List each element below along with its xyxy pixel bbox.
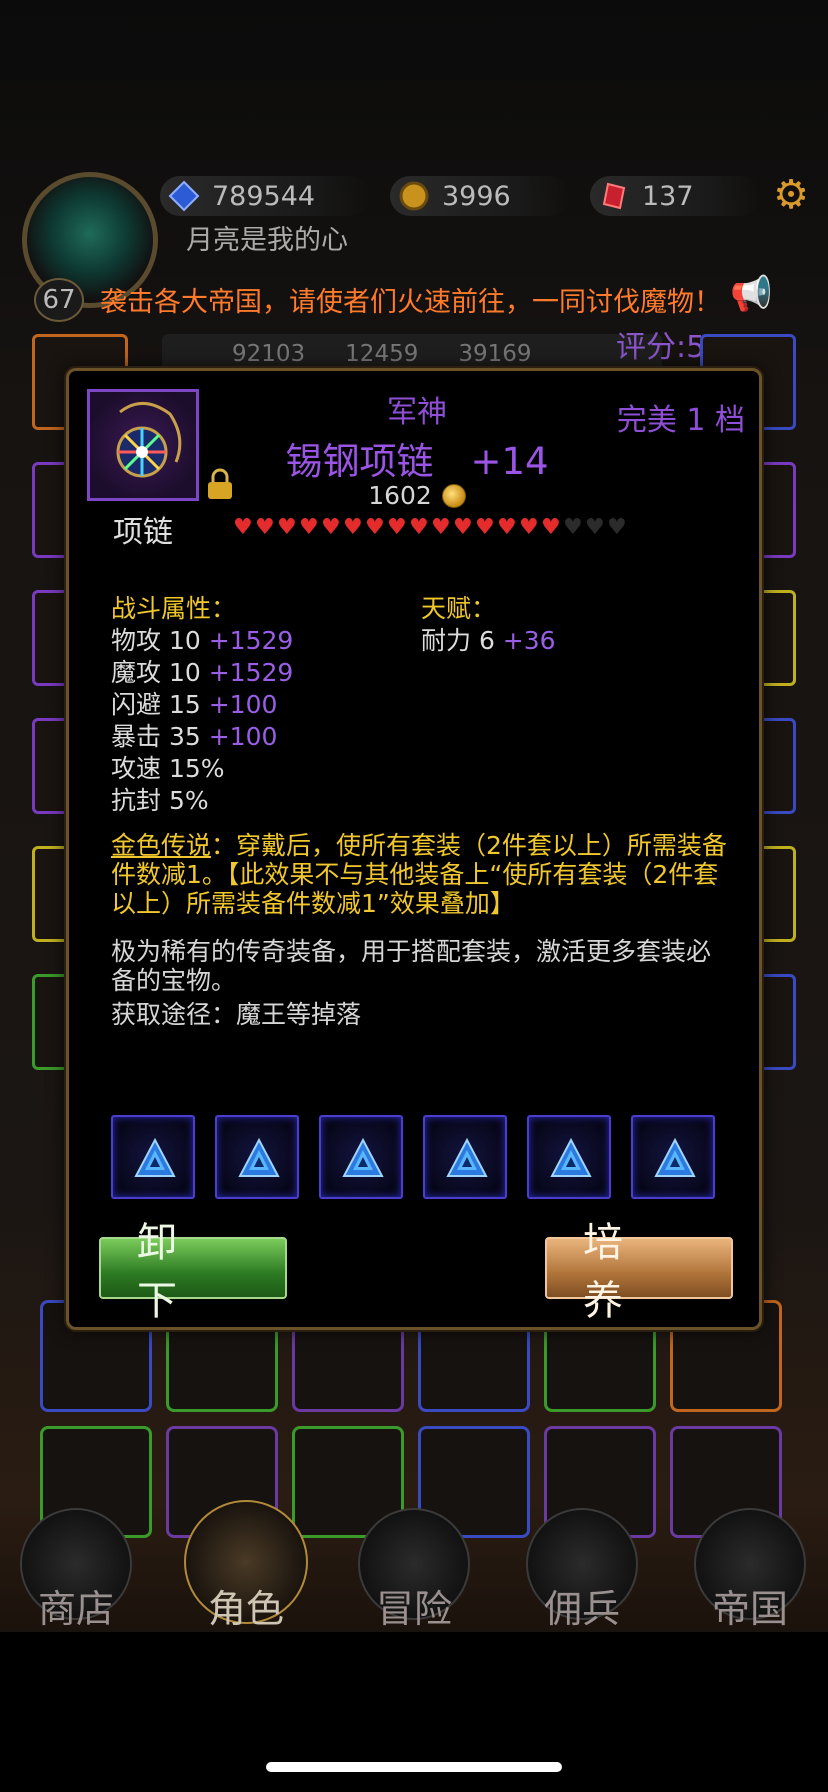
combat-stats-title: 战斗属性： (111, 594, 237, 623)
gem-slot[interactable] (423, 1115, 507, 1199)
heart-filled-icon: ♥ (475, 515, 495, 540)
talent-title: 天赋： (421, 594, 497, 623)
item-source: 获取途径：魔王等掉落 (111, 1000, 362, 1029)
talent-stat: 耐力 6 +36 (421, 621, 556, 657)
nav-mercenary-label: 佣兵 (543, 1587, 620, 1631)
heart-filled-icon: ♥ (409, 515, 429, 540)
nav-character-label: 角色 (207, 1587, 284, 1631)
stat-bonus: +1529 (200, 658, 294, 687)
blue-gem-icon (550, 1137, 592, 1177)
stat-bonus: +36 (494, 626, 556, 655)
stat-label: 魔攻 10 (111, 658, 201, 687)
gem-slot[interactable] (319, 1115, 403, 1199)
resource-gold: 3996 (390, 176, 570, 216)
gems-value: 789544 (212, 180, 316, 212)
heart-filled-icon: ♥ (431, 515, 451, 540)
blue-gem-icon (168, 180, 200, 212)
heart-empty-icon: ♥ (585, 515, 605, 540)
stat-bonus: +1529 (200, 626, 294, 655)
combat-stat: 抗封 5% (111, 781, 209, 817)
heart-filled-icon: ♥ (277, 515, 297, 540)
stat-value: 92103 (232, 341, 306, 367)
heart-empty-icon: ♥ (563, 515, 583, 540)
legendary-effect: 金色传说：穿戴后，使所有套装（2件套以上）所需装备件数减1。【此效果不与其他装备… (111, 831, 731, 918)
resource-gems: 789544 (160, 176, 370, 216)
nav-adventure-label: 冒险 (375, 1587, 452, 1631)
heart-filled-icon: ♥ (519, 515, 539, 540)
heart-empty-icon: ♥ (607, 515, 627, 540)
stat-value: 39169 (458, 341, 532, 367)
blue-gem-icon (238, 1137, 280, 1177)
gem-slot[interactable] (111, 1115, 195, 1199)
heart-filled-icon: ♥ (541, 515, 561, 540)
gold-coin-icon (399, 181, 429, 211)
combat-stat: 魔攻 10 +1529 (111, 653, 293, 689)
combat-stat: 物攻 10 +1529 (111, 621, 293, 657)
heart-filled-icon: ♥ (343, 515, 363, 540)
item-type: 项链 (113, 515, 173, 550)
legendary-name[interactable]: 金色传说 (111, 831, 211, 860)
heart-filled-icon: ♥ (321, 515, 341, 540)
blue-gem-icon (446, 1137, 488, 1177)
red-crystal-icon (602, 182, 626, 210)
gold-coin-icon (441, 484, 466, 508)
heart-filled-icon: ♥ (497, 515, 517, 540)
item-price: 1602 (69, 481, 765, 510)
heart-filled-icon: ♥ (453, 515, 473, 540)
item-detail-dialog: 项链 军神 完美 1 档 锡钢项链 +14 1602 ♥ ♥ ♥ ♥ ♥ ♥ ♥ ♥ ♥ ♥ ♥ ♥ ♥… (66, 368, 762, 1330)
enhance-hearts: ♥ ♥ ♥ ♥ ♥ ♥ ♥ ♥ ♥ ♥ ♥ ♥ ♥ ♥ ♥ ♥ ♥ ♥ (233, 515, 628, 540)
home-indicator[interactable] (266, 1762, 562, 1772)
nav-shop-label: 商店 (37, 1587, 114, 1631)
stat-label: 暴击 35 (111, 722, 201, 751)
heart-filled-icon: ♥ (299, 515, 319, 540)
resource-crystal: 137 (590, 176, 760, 216)
blue-gem-icon (654, 1137, 696, 1177)
combat-stat: 攻速 15% (111, 749, 225, 785)
combat-stat: 闪避 15 +100 (111, 685, 277, 721)
unequip-button[interactable]: 卸下 (99, 1220, 287, 1324)
heart-filled-icon: ♥ (233, 515, 253, 540)
item-name: 锡钢项链 +14 (285, 440, 549, 483)
stat-bonus: +100 (200, 690, 278, 719)
blue-gem-icon (342, 1137, 384, 1177)
heart-filled-icon: ♥ (255, 515, 275, 540)
gem-slot[interactable] (215, 1115, 299, 1199)
train-button[interactable]: 培养 (545, 1220, 733, 1324)
stat-label: 物攻 10 (111, 626, 201, 655)
stat-label: 抗封 5% (111, 786, 209, 815)
gear-icon[interactable]: ⚙ (770, 174, 812, 216)
stat-label: 闪避 15 (111, 690, 201, 719)
megaphone-icon[interactable]: 📢 (730, 274, 772, 314)
level-badge: 67 (34, 278, 84, 322)
stat-value: 12459 (345, 341, 419, 367)
stat-label: 耐力 6 (421, 626, 495, 655)
nav-empire-label: 帝国 (711, 1587, 788, 1631)
heart-filled-icon: ♥ (387, 515, 407, 540)
gem-slot[interactable] (527, 1115, 611, 1199)
stat-label: 攻速 15% (111, 754, 225, 783)
combat-stat: 暴击 35 +100 (111, 717, 277, 753)
stat-bonus: +100 (200, 722, 278, 751)
gem-slot[interactable] (631, 1115, 715, 1199)
crystal-value: 137 (642, 180, 694, 212)
player-name: 月亮是我的心 (186, 225, 348, 256)
item-description: 极为稀有的传奇装备，用于搭配套装，激活更多套装必备的宝物。 (111, 937, 712, 995)
blue-gem-icon (134, 1137, 176, 1177)
announcement: 袭击各大帝国，请使者们火速前往，一同讨伐魔物！ (100, 287, 721, 318)
gold-value: 3996 (442, 180, 511, 212)
price-value: 1602 (368, 481, 432, 510)
heart-filled-icon: ♥ (365, 515, 385, 540)
